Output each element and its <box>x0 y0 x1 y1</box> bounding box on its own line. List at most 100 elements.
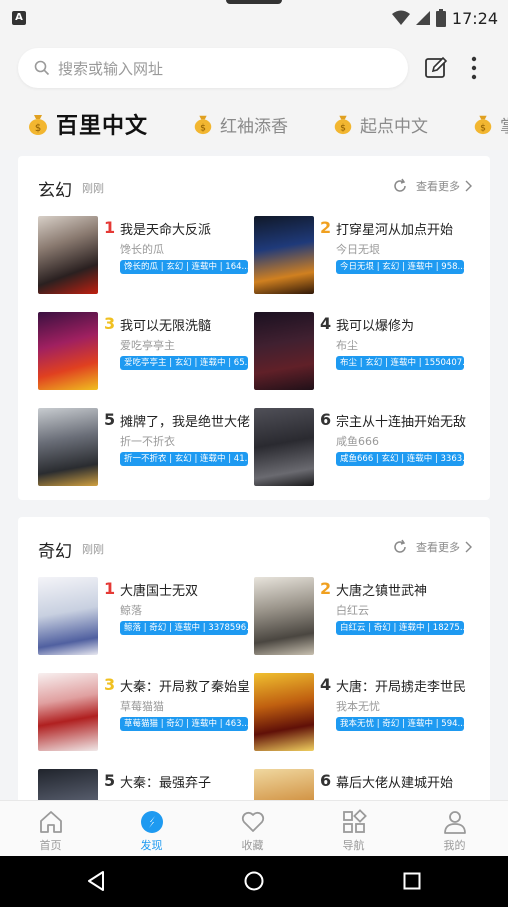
section-header: 玄幻 刚刚 查看更多 <box>18 156 490 212</box>
book-item[interactable]: 4 我可以爆修为 布尘 布尘 | 玄幻 | 连载中 | 1550407... <box>254 312 472 390</box>
book-item[interactable]: 5 摊牌了，我是绝世大佬 折一不折衣 折一不折衣 | 玄幻 | 连载中 | 41… <box>38 408 256 486</box>
svg-text:$: $ <box>200 122 206 133</box>
nav-favorites[interactable]: 收藏 <box>202 801 303 857</box>
book-author: 我本无忧 <box>336 700 380 713</box>
discover-icon <box>141 811 163 833</box>
back-icon[interactable] <box>86 870 106 892</box>
money-bag-icon: $ <box>474 115 492 135</box>
book-author: 今日无垠 <box>336 243 380 256</box>
book-meta-badge: 今日无垠 | 玄幻 | 连载中 | 958... <box>336 260 464 274</box>
nav-label: 发现 <box>140 839 163 852</box>
rank-number: 4 <box>320 314 332 333</box>
wifi-icon <box>391 10 410 25</box>
book-item[interactable]: 2 大唐之镇世武神 白红云 白红云 | 奇幻 | 连载中 | 18275... <box>254 577 472 655</box>
chevron-right-icon <box>465 180 472 192</box>
book-cover <box>38 673 98 751</box>
heart-icon <box>241 811 265 832</box>
search-icon <box>34 60 50 76</box>
rank-number: 3 <box>104 314 116 333</box>
nav-navigation[interactable]: 导航 <box>303 801 404 857</box>
book-author: 布尘 <box>336 339 358 352</box>
book-meta-badge: 折一不折衣 | 玄幻 | 连载中 | 41... <box>120 452 248 466</box>
rank-number: 5 <box>104 410 116 429</box>
book-author: 折一不折衣 <box>120 435 175 448</box>
rank-number: 1 <box>104 218 116 237</box>
money-bag-icon: $ <box>194 115 212 135</box>
edit-icon[interactable] <box>424 56 448 80</box>
refresh-icon <box>394 539 406 553</box>
rank-number: 5 <box>104 771 116 790</box>
nav-home[interactable]: 首页 <box>0 801 101 857</box>
book-meta-badge: 馋长的瓜 | 玄幻 | 连载中 | 164... <box>120 260 248 274</box>
tab-zhang[interactable]: $ 掌 <box>472 98 508 150</box>
book-title: 摊牌了，我是绝世大佬 <box>120 415 251 430</box>
book-cover <box>38 577 98 655</box>
book-meta-badge: 白红云 | 奇幻 | 连载中 | 18275... <box>336 621 464 635</box>
rank-number: 6 <box>320 410 332 429</box>
more-menu-icon[interactable] <box>466 56 482 80</box>
book-cover <box>254 673 314 751</box>
book-item[interactable]: 1 我是天命大反派 馋长的瓜 馋长的瓜 | 玄幻 | 连载中 | 164... <box>38 216 256 294</box>
money-bag-icon: $ <box>334 115 352 135</box>
section-title: 奇幻 <box>38 542 72 562</box>
nav-label: 我的 <box>443 839 466 852</box>
book-author: 草莓猫猫 <box>120 700 164 713</box>
book-cover <box>38 408 98 486</box>
section-title: 玄幻 <box>38 181 72 201</box>
nav-me[interactable]: 我的 <box>404 801 505 857</box>
tab-baili[interactable]: $ 百里中文 <box>26 98 148 150</box>
book-item[interactable]: 3 我可以无限洗髓 爱吃亭亭主 爱吃亭亭主 | 玄幻 | 连载中 | 65... <box>38 312 256 390</box>
home-circle-icon[interactable] <box>244 871 264 891</box>
tab-hongxiu[interactable]: $ 红袖添香 <box>192 98 288 150</box>
book-cover <box>254 408 314 486</box>
search-bar-row: 搜索或输入网址 <box>0 36 508 98</box>
recents-icon[interactable] <box>403 872 421 890</box>
book-title: 打穿星河从加点开始 <box>336 223 454 238</box>
rank-number: 2 <box>320 218 332 237</box>
tab-label: 掌 <box>500 112 508 137</box>
grid-icon <box>343 809 367 833</box>
view-more-link[interactable]: 查看更多 <box>392 537 472 557</box>
book-item[interactable]: 1 大唐国士无双 鲸落 鲸落 | 奇幻 | 连载中 | 3378596... <box>38 577 256 655</box>
book-title: 大唐国士无双 <box>120 584 199 599</box>
section-card-xuanhuan: 玄幻 刚刚 查看更多 1 我是天命大反派 馋长的瓜 馋长的瓜 | 玄幻 | 连载… <box>18 156 490 500</box>
search-input[interactable]: 搜索或输入网址 <box>18 48 408 88</box>
book-title: 宗主从十连抽开始无敌 <box>336 415 467 430</box>
book-cover <box>38 312 98 390</box>
book-item[interactable]: 6 宗主从十连抽开始无敌 咸鱼666 咸鱼666 | 玄幻 | 连载中 | 33… <box>254 408 472 486</box>
section-header: 奇幻 刚刚 查看更多 <box>18 517 490 573</box>
section-updated: 刚刚 <box>82 182 104 195</box>
camera-notch <box>226 0 282 4</box>
nav-label: 首页 <box>39 839 62 852</box>
tab-label: 起点中文 <box>360 116 428 137</box>
book-meta-badge: 我本无忧 | 奇幻 | 连载中 | 594... <box>336 717 464 731</box>
status-indicators: 17:24 <box>391 8 498 28</box>
search-placeholder: 搜索或输入网址 <box>58 59 164 78</box>
book-title: 我是天命大反派 <box>120 223 212 238</box>
book-title: 大秦：最强弃子 <box>120 776 212 791</box>
book-item[interactable]: 4 大唐：开局掳走李世民 我本无忧 我本无忧 | 奇幻 | 连载中 | 594.… <box>254 673 472 751</box>
rank-number: 1 <box>104 579 116 598</box>
rank-number: 3 <box>104 675 116 694</box>
bottom-nav: 首页 发现 收藏 导航 我的 <box>0 800 508 856</box>
nav-label: 收藏 <box>241 839 264 852</box>
system-navigation-bar <box>0 856 508 907</box>
home-icon <box>40 811 62 833</box>
book-author: 鲸落 <box>120 604 142 617</box>
view-more-link[interactable]: 查看更多 <box>392 176 472 196</box>
book-author: 咸鱼666 <box>336 435 379 448</box>
book-meta-badge: 布尘 | 玄幻 | 连载中 | 1550407... <box>336 356 464 370</box>
rank-number: 2 <box>320 579 332 598</box>
tab-qidian[interactable]: $ 起点中文 <box>332 98 428 150</box>
section-card-qihuan: 奇幻 刚刚 查看更多 1 大唐国士无双 鲸落 鲸落 | 奇幻 | 连载中 | 3… <box>18 517 490 807</box>
user-icon <box>444 811 466 834</box>
book-meta-badge: 爱吃亭亭主 | 玄幻 | 连载中 | 65... <box>120 356 248 370</box>
book-item[interactable]: 2 打穿星河从加点开始 今日无垠 今日无垠 | 玄幻 | 连载中 | 958..… <box>254 216 472 294</box>
view-more-label: 查看更多 <box>416 541 460 554</box>
nav-discover[interactable]: 发现 <box>101 801 202 857</box>
book-author: 馋长的瓜 <box>120 243 164 256</box>
rank-number: 4 <box>320 675 332 694</box>
signal-icon <box>415 11 430 25</box>
chevron-right-icon <box>465 541 472 553</box>
book-item[interactable]: 3 大秦：开局救了秦始皇 草莓猫猫 草莓猫猫 | 奇幻 | 连载中 | 463.… <box>38 673 256 751</box>
